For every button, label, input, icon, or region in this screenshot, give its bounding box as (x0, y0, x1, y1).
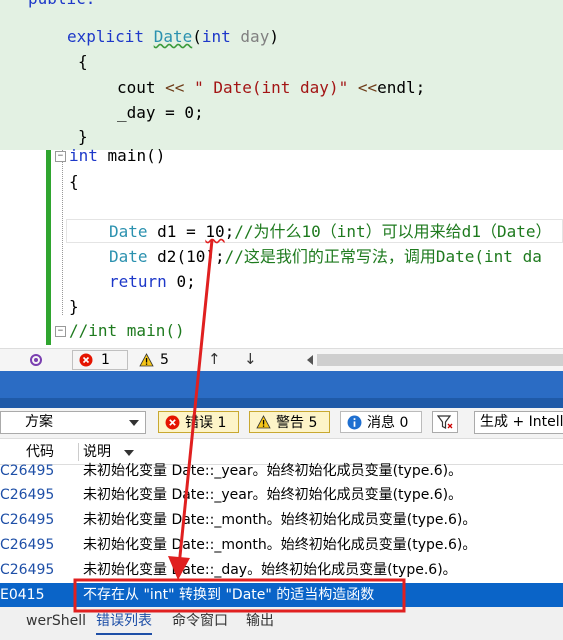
annotation-arrow-line (177, 239, 214, 567)
annotation-overlay (73, 239, 406, 613)
annotation-highlight-box (73, 578, 406, 613)
annotation-arrow-head (168, 556, 190, 580)
